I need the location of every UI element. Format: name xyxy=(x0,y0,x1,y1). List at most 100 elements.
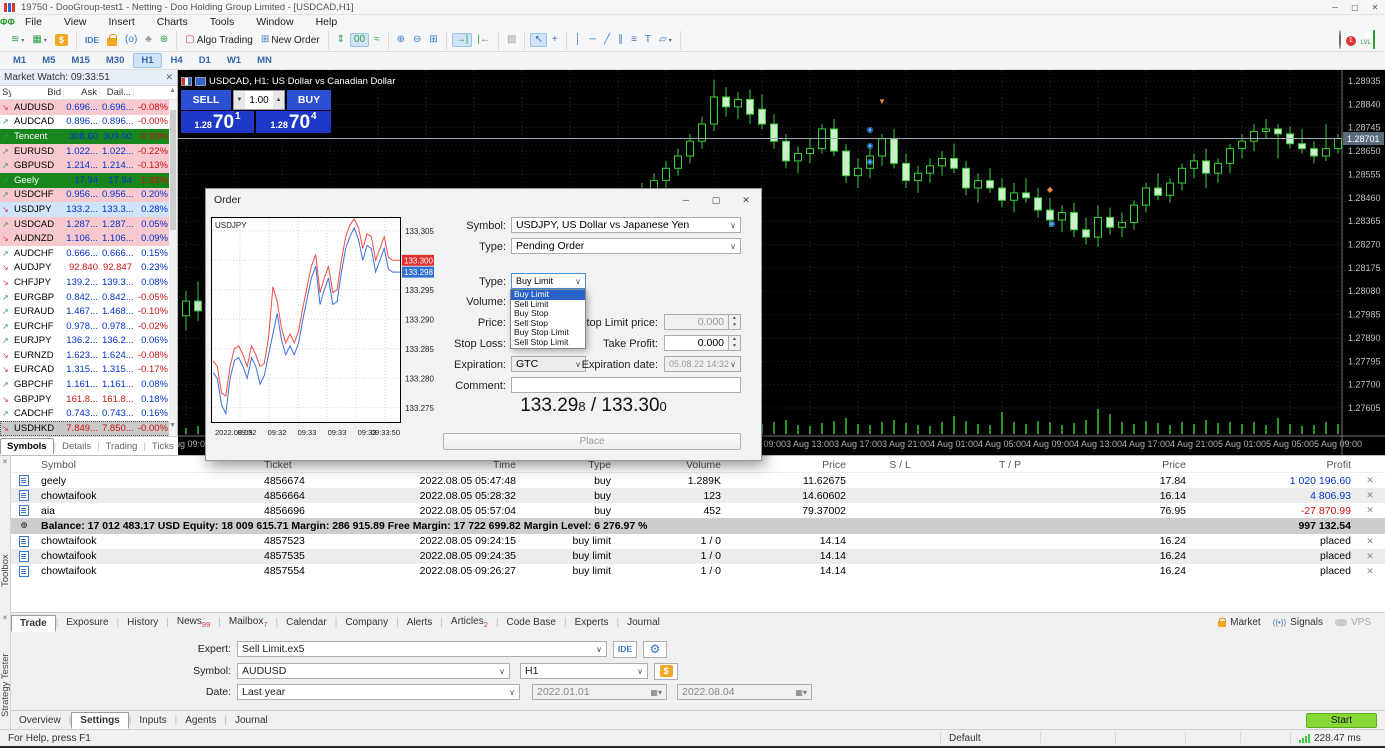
crosshair-icon[interactable]: + xyxy=(549,34,561,46)
shapes-icon[interactable]: ▱▾ xyxy=(656,34,675,46)
close-icon[interactable]: ✕ xyxy=(165,72,173,83)
maximize-icon[interactable]: ▢ xyxy=(701,195,731,206)
timeframe-m30[interactable]: M30 xyxy=(99,54,131,67)
timeframe-h1[interactable]: H1 xyxy=(133,53,161,68)
cursor-icon[interactable]: ↖ xyxy=(530,33,546,47)
close-position-icon[interactable]: ✕ xyxy=(1355,566,1385,577)
scroll-up-icon[interactable]: ▲ xyxy=(169,87,176,94)
column-header-bid[interactable]: Bid xyxy=(12,87,64,98)
market-watch-row[interactable]: ↘USDHKD7.849...7.850...-0.00% xyxy=(0,421,170,436)
metaeditor-ide-button[interactable]: IDE xyxy=(82,34,102,46)
market-watch-row[interactable]: ↗GBPCHF1.161...1.161...0.08% xyxy=(0,377,170,392)
column-header-ask[interactable]: Ask xyxy=(64,87,100,98)
close-icon[interactable]: ✕ xyxy=(2,458,8,466)
comment-input[interactable] xyxy=(511,377,741,393)
take-profit-spinner[interactable]: ▲▼ xyxy=(729,335,741,351)
order-dialog-titlebar[interactable]: Order ─▢✕ xyxy=(206,189,761,211)
menu-charts[interactable]: Charts xyxy=(146,16,199,28)
new-order-button[interactable]: ⊞New Order xyxy=(258,34,323,47)
bars-icon[interactable]: ⇕ xyxy=(334,34,348,46)
sell-button[interactable]: SELL xyxy=(181,90,231,110)
timeframe-m15[interactable]: M15 xyxy=(64,54,96,67)
start-button[interactable]: Start xyxy=(1306,713,1377,728)
close-icon[interactable]: ✕ xyxy=(2,614,8,622)
timeframe-m5[interactable]: M5 xyxy=(35,54,62,67)
line-chart-icon[interactable]: ≈ xyxy=(371,34,383,46)
minimize-icon[interactable]: ─ xyxy=(1325,3,1345,12)
timeframe-d1[interactable]: D1 xyxy=(192,54,218,67)
menu-view[interactable]: View xyxy=(53,16,98,28)
strategy-tester-vertical-label[interactable]: Strategy Tester xyxy=(0,640,11,730)
market-watch-scrollbar[interactable] xyxy=(169,100,177,436)
tab-code-base[interactable]: Code Base xyxy=(498,615,563,630)
symbol-properties-button[interactable]: $ xyxy=(654,663,678,680)
table-row[interactable]: geely48566742022.08.05 05:47:48buy1.289K… xyxy=(11,473,1385,488)
ask-price[interactable]: 1.28704 xyxy=(256,111,331,133)
tab-exposure[interactable]: Exposure xyxy=(58,615,116,630)
dropdown-option[interactable]: Sell Limit xyxy=(511,300,585,310)
timeframe-w1[interactable]: W1 xyxy=(220,54,248,67)
tab-mailbox[interactable]: Mailbox7 xyxy=(221,614,276,631)
auto-scroll-icon[interactable]: →| xyxy=(452,33,473,47)
connection-status-icon[interactable]: LVL xyxy=(1361,31,1375,49)
market-watch-row[interactable]: ↗GBPUSD1.214...1.214...-0.13% xyxy=(0,158,170,173)
algo-trading-button[interactable]: ▢Algo Trading xyxy=(182,34,256,47)
search-icon[interactable] xyxy=(1339,31,1341,49)
table-row[interactable]: chowtaifook48575352022.08.05 09:24:35buy… xyxy=(11,549,1385,564)
market-watch-tab-ticks[interactable]: Ticks xyxy=(146,439,180,454)
dropdown-option[interactable]: Buy Stop xyxy=(511,309,585,319)
market-watch-row[interactable]: ↘EURNZD1.623...1.624...-0.08% xyxy=(0,348,170,363)
table-row[interactable]: chowtaifook48575542022.08.05 09:26:27buy… xyxy=(11,564,1385,579)
tile-windows-icon[interactable]: ⊞ xyxy=(426,34,440,46)
market-watch-row[interactable]: ↗USDCAD1.287...1.287...0.05% xyxy=(0,217,170,232)
menu-help[interactable]: Help xyxy=(305,16,349,28)
fibonacci-icon[interactable]: ≡ xyxy=(628,34,640,46)
timeframe-mn[interactable]: MN xyxy=(250,54,279,67)
tab-experts[interactable]: Experts xyxy=(567,615,617,630)
stop-limit-price-field[interactable]: 0.000 xyxy=(664,314,729,330)
expiration-date-field[interactable]: 05.08.22 14:32∨ xyxy=(664,356,741,372)
market-watch-row[interactable]: ↗AUDCAD0.896...0.896...-0.00% xyxy=(0,115,170,130)
signals-button[interactable]: ((•))Signals xyxy=(1273,617,1323,628)
close-position-icon[interactable]: ✕ xyxy=(1355,536,1385,547)
tester-tab-journal[interactable]: Journal xyxy=(227,713,276,728)
broadcast-icon[interactable]: (o) xyxy=(122,34,140,46)
period-select[interactable]: H1∨ xyxy=(520,663,648,679)
tester-tab-settings[interactable]: Settings xyxy=(71,712,128,729)
market-watch-row[interactable]: ↘AUDUSD0.696...0.696...-0.08% xyxy=(0,100,170,115)
web-terminal-icon[interactable]: ⊕ xyxy=(157,34,171,46)
dropdown-option[interactable]: Sell Stop xyxy=(511,319,585,329)
symbol-select[interactable]: USDJPY, US Dollar vs Japanese Yen∨ xyxy=(511,217,741,233)
place-button[interactable]: Place xyxy=(443,433,741,450)
buy-button[interactable]: BUY xyxy=(287,90,331,110)
chart-shift-icon[interactable]: |← xyxy=(474,34,493,46)
vertical-line-icon[interactable]: │ xyxy=(572,34,584,46)
market-watch-row[interactable]: ↘GBPJPY161.8...161.8...0.18% xyxy=(0,392,170,407)
volume-value[interactable]: 1.00 xyxy=(245,91,273,109)
column-header-symbol[interactable]: Symbol xyxy=(0,87,12,98)
date-from-field[interactable]: 2022.01.01▦▾ xyxy=(532,684,667,700)
zoom-in-icon[interactable]: ⊕ xyxy=(394,34,408,46)
market-watch-row[interactable]: ↗USDCHF0.956...0.956...0.20% xyxy=(0,188,170,203)
order-kind-select[interactable]: Pending Order∨ xyxy=(511,238,741,254)
market-watch-row[interactable]: ↗AUDCHF0.666...0.666...0.15% xyxy=(0,246,170,261)
tester-tab-inputs[interactable]: Inputs xyxy=(131,713,174,728)
tab-articles[interactable]: Articles2 xyxy=(443,614,496,631)
column-header-price[interactable]: Price xyxy=(1070,459,1190,471)
market-watch-row[interactable]: ↘CHFJPY139.2...139.3...0.08% xyxy=(0,275,170,290)
market-watch-tab-trading[interactable]: Trading xyxy=(100,439,144,454)
menu-file[interactable]: File xyxy=(14,16,53,28)
dropdown-option[interactable]: Sell Stop Limit xyxy=(511,338,585,348)
dropdown-option[interactable]: Buy Stop Limit xyxy=(511,328,585,338)
tab-trade[interactable]: Trade xyxy=(11,615,56,632)
tab-alerts[interactable]: Alerts xyxy=(399,615,441,630)
take-profit-field[interactable]: 0.000 xyxy=(664,335,729,351)
table-row[interactable]: aia48566962022.08.05 05:57:04buy45279.37… xyxy=(11,503,1385,518)
close-position-icon[interactable]: ✕ xyxy=(1355,551,1385,562)
status-latency[interactable]: 228.47 ms xyxy=(1290,732,1385,745)
ide-button[interactable]: IDE xyxy=(613,641,637,658)
volume-up-icon[interactable]: ▲ xyxy=(273,91,284,109)
expert-settings-button[interactable]: ⚙ xyxy=(643,641,667,658)
trendline-icon[interactable]: ╱ xyxy=(601,34,613,46)
horizontal-line-icon[interactable]: ─ xyxy=(586,34,599,46)
